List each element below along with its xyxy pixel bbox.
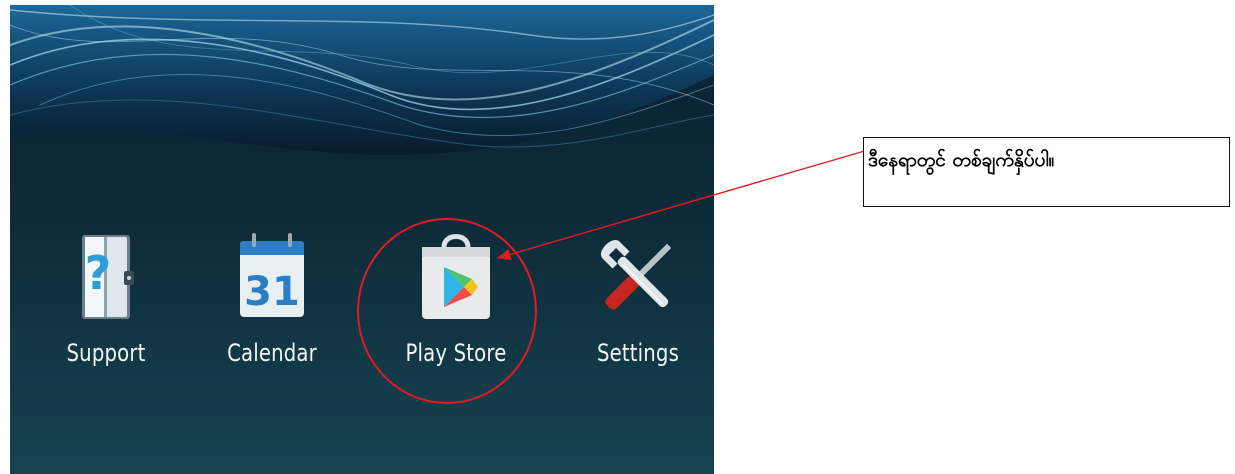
app-label-settings: Settings bbox=[596, 339, 680, 367]
app-label-support: Support bbox=[66, 339, 146, 367]
play-store-icon bbox=[422, 234, 490, 319]
svg-text:?: ? bbox=[85, 246, 112, 300]
support-book-icon: ? bbox=[82, 235, 134, 319]
app-calendar[interactable]: 31 Calendar bbox=[192, 227, 352, 387]
callout-text: ဒီနေရာတွင် တစ်ချက်နှိပ်ပါ။ bbox=[868, 149, 1055, 171]
app-label-calendar: Calendar bbox=[227, 339, 317, 367]
calendar-date: 31 bbox=[244, 269, 300, 315]
app-label-play-store: Play Store bbox=[405, 339, 507, 367]
calendar-icon: 31 bbox=[240, 233, 304, 317]
callout-box: ဒီနေရာတွင် တစ်ချက်နှိပ်ပါ။ bbox=[863, 137, 1230, 207]
phone-home-screen: ? Support 31 Calendar Play Store Setting… bbox=[10, 5, 714, 474]
app-settings[interactable]: Settings bbox=[558, 227, 714, 387]
app-play-store[interactable]: Play Store bbox=[376, 227, 536, 387]
settings-tools-icon bbox=[601, 240, 672, 310]
app-support[interactable]: ? Support bbox=[26, 227, 186, 387]
